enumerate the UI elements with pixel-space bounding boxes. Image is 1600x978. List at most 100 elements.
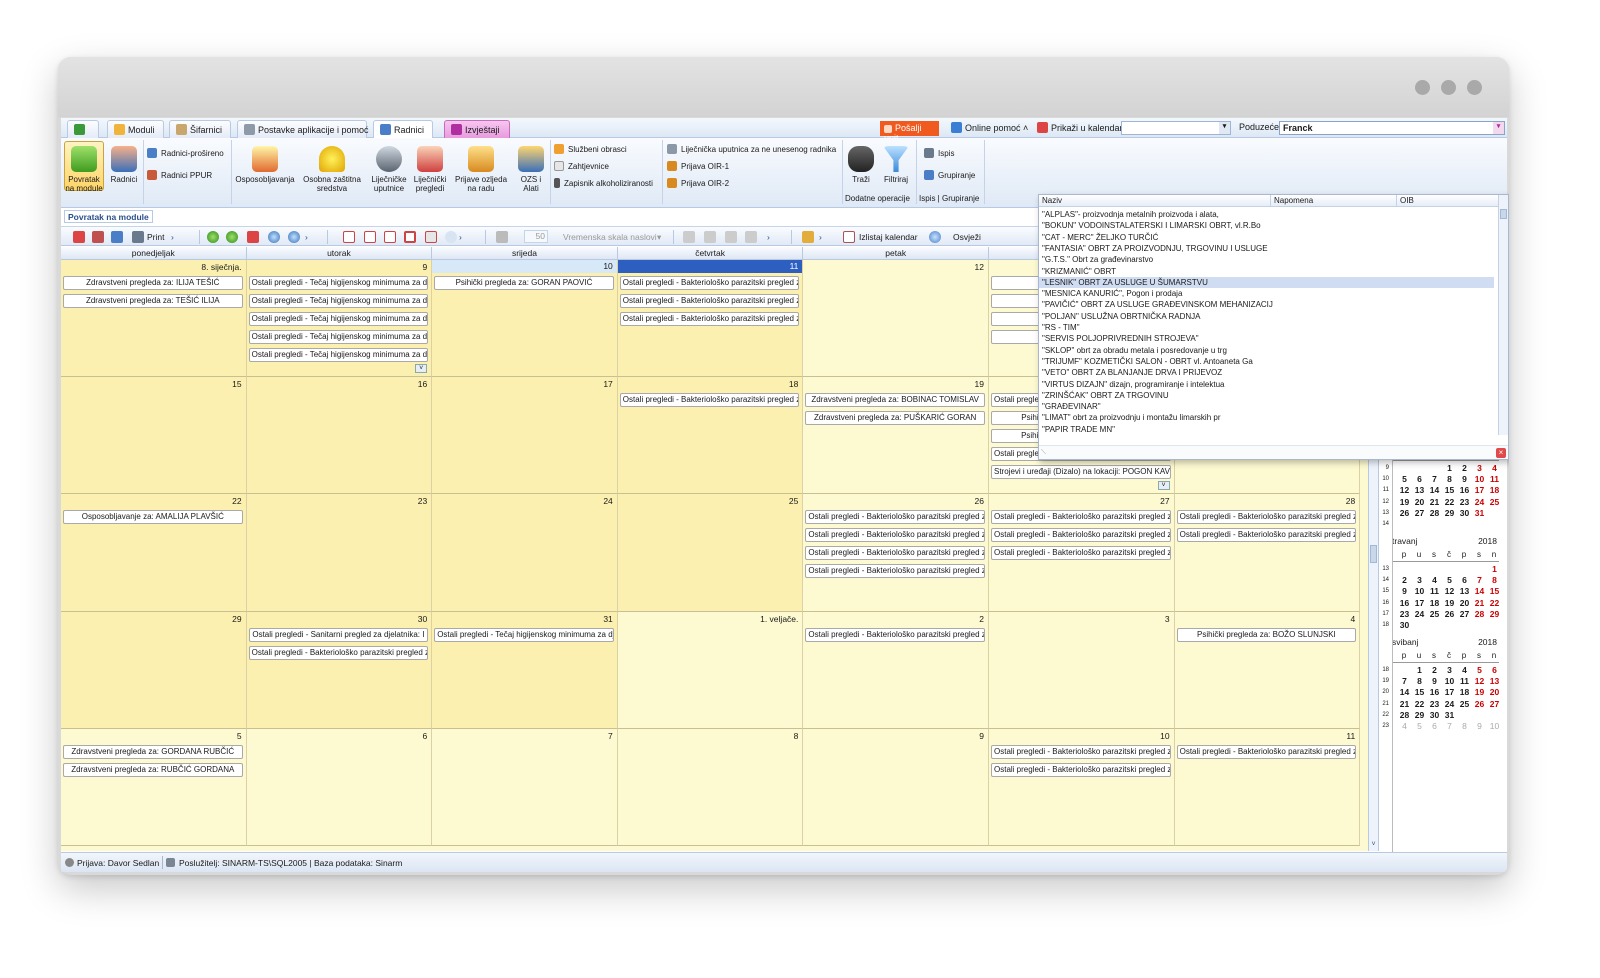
window-dot-2[interactable] bbox=[1441, 80, 1456, 95]
calendar-event[interactable]: Ostali pregledi - Bakteriološko parazits… bbox=[619, 312, 800, 326]
list-item[interactable]: "TRIJUMF" KOZMETIČKI SALON - OBRT vl. An… bbox=[1039, 356, 1494, 367]
layout-icon[interactable] bbox=[704, 231, 716, 243]
column-header-naziv[interactable]: Naziv bbox=[1039, 195, 1271, 207]
work-week-view-icon[interactable] bbox=[364, 231, 376, 243]
grupiranje-button[interactable]: Grupiranje bbox=[924, 170, 975, 180]
mini-day[interactable]: 29 bbox=[1414, 710, 1425, 720]
mini-day[interactable]: 16 bbox=[1399, 598, 1410, 608]
mini-day[interactable]: 12 bbox=[1444, 586, 1455, 596]
mini-day[interactable]: 26 bbox=[1474, 699, 1485, 709]
calendar-event[interactable]: Ostali pregledi - Bakteriološko parazits… bbox=[805, 510, 985, 525]
mini-day[interactable]: 17 bbox=[1474, 485, 1485, 495]
week-view-icon[interactable] bbox=[384, 231, 396, 243]
mini-day[interactable]: 30 bbox=[1459, 508, 1470, 518]
day-cell[interactable]: 18 Ostali pregledi - Bakteriološko parazi… bbox=[617, 377, 804, 495]
scroll-thumb[interactable] bbox=[1500, 209, 1507, 219]
mini-day[interactable]: 23 bbox=[1429, 699, 1440, 709]
calendar-event[interactable]: Ostali pregledi - Bakteriološko parazits… bbox=[805, 564, 985, 579]
radnici-prosireno-button[interactable]: Radnici-prošireno bbox=[147, 148, 224, 158]
izlistaj-kalendar-button[interactable]: Izlistaj kalendar bbox=[859, 232, 918, 242]
mini-day[interactable]: 3 bbox=[1474, 463, 1485, 473]
print-button[interactable]: Print bbox=[147, 232, 164, 242]
lijecnicke-uputnice-button[interactable]: Liječničke uputnice bbox=[369, 141, 409, 193]
mini-day[interactable]: 1 bbox=[1414, 665, 1425, 675]
chevron-down-icon[interactable]: ˅ bbox=[1369, 841, 1378, 850]
mini-day[interactable]: 9 bbox=[1429, 676, 1440, 686]
column-header-napomena[interactable]: Napomena bbox=[1271, 195, 1397, 207]
mini-day[interactable]: 20 bbox=[1414, 497, 1425, 507]
mini-day[interactable]: 7 bbox=[1399, 676, 1410, 686]
mini-day[interactable]: 26 bbox=[1399, 508, 1410, 518]
mini-day[interactable]: 14 bbox=[1399, 687, 1410, 697]
print-icon[interactable] bbox=[132, 231, 144, 243]
list-item[interactable]: "SKLOP" obrt za obradu metala i posredov… bbox=[1039, 345, 1494, 356]
month-view-icon[interactable] bbox=[404, 231, 416, 243]
window-dot-1[interactable] bbox=[1415, 80, 1430, 95]
calendar-event[interactable]: Ostali pregledi - Bakteriološko parazits… bbox=[991, 546, 1171, 561]
mini-day[interactable]: 27 bbox=[1489, 699, 1500, 709]
calendar-event[interactable]: Ostali pregledi - Tečaj higijenskog mini… bbox=[248, 348, 429, 362]
list-item[interactable]: "POLJAN" USLUŽNA OBRTNIČKA RADNJA bbox=[1039, 311, 1494, 322]
calendar-event[interactable]: Ostali pregledi - Tečaj higijenskog mini… bbox=[248, 294, 429, 308]
mini-day[interactable]: 24 bbox=[1444, 699, 1455, 709]
mini-day[interactable]: 1 bbox=[1444, 463, 1455, 473]
timeline-view-icon[interactable] bbox=[425, 231, 437, 243]
mini-day[interactable]: 2 bbox=[1459, 463, 1470, 473]
list-item[interactable]: "G.T.S." Obrt za građevinarstvo bbox=[1039, 254, 1494, 265]
tab-postavke[interactable]: Postavke aplikacije i pomoć bbox=[237, 120, 369, 138]
list-item[interactable]: "ZRINŠĆAK" OBRT ZA TRGOVINU bbox=[1039, 390, 1494, 401]
calendar-event[interactable]: Ostali pregledi - Bakteriološko parazits… bbox=[991, 528, 1171, 543]
calendar-event[interactable]: Ostali pregledi - Bakteriološko parazits… bbox=[991, 744, 1171, 759]
calendar-event[interactable]: Ostali pregledi - Bakteriološko parazits… bbox=[991, 510, 1171, 525]
ozs-alati-button[interactable]: OZS i Alati bbox=[515, 141, 547, 193]
day-cell[interactable]: 7 bbox=[432, 728, 618, 846]
osposobljavanja-button[interactable]: Osposobljavanja bbox=[234, 141, 296, 191]
filtriraj-button[interactable]: Filtriraj bbox=[879, 141, 913, 191]
mini-day[interactable]: 23 bbox=[1459, 497, 1470, 507]
povratak-button[interactable]: Povratak na module bbox=[64, 141, 104, 193]
osvjezi-button[interactable]: Osvježi bbox=[953, 232, 981, 242]
mini-day[interactable]: 6 bbox=[1459, 575, 1470, 585]
list-item[interactable]: "FANTASIA" OBRT ZA PROIZVODNJU, TRGOVINU… bbox=[1039, 243, 1494, 254]
mini-day[interactable]: 19 bbox=[1474, 687, 1485, 697]
calendar-event[interactable]: Zdravstveni pregleda za: RUBČIĆ GORDANA bbox=[63, 762, 243, 777]
refresh-view-icon[interactable] bbox=[445, 231, 457, 243]
osobna-zastitna-button[interactable]: Osobna zaštitna sredstva bbox=[299, 141, 365, 193]
zoom-input[interactable]: 50 bbox=[524, 230, 548, 243]
chevron-right-icon[interactable]: › bbox=[459, 232, 462, 242]
day-cell[interactable]: 10 Psihički pregleda za: GORAN PAOVIĆ bbox=[432, 260, 618, 378]
prijava-oir2-button[interactable]: Prijava OIR-2 bbox=[667, 178, 729, 188]
export-icon[interactable] bbox=[802, 231, 814, 243]
mini-day[interactable]: 8 bbox=[1414, 676, 1425, 686]
mini-day[interactable]: 2 bbox=[1399, 575, 1410, 585]
user-icon[interactable] bbox=[111, 231, 123, 243]
day-cell[interactable]: 30 Ostali pregledi - Sanitarni pregled za… bbox=[246, 611, 433, 729]
day-cell[interactable]: 31 Ostali pregledi - Tečaj higijenskog mi… bbox=[432, 611, 618, 729]
mini-day[interactable]: 17 bbox=[1444, 687, 1455, 697]
lijecnicki-pregledi-button[interactable]: Liječnički pregledi bbox=[412, 141, 448, 193]
mini-day[interactable]: 7 bbox=[1429, 474, 1440, 484]
mini-day[interactable]: 16 bbox=[1429, 687, 1440, 697]
list-item[interactable]: "BOKUN" VODOINSTALATERSKI I LIMARSKI OBR… bbox=[1039, 220, 1494, 231]
mini-day[interactable]: 30 bbox=[1429, 710, 1440, 720]
mini-day[interactable]: 29 bbox=[1444, 508, 1455, 518]
resize-grip-icon[interactable]: ⟍ bbox=[1041, 449, 1046, 457]
prijava-oir1-button[interactable]: Prijava OIR-1 bbox=[667, 161, 729, 171]
list-item[interactable]: "VIRTUS DIZAJN" dizajn, programiranje i … bbox=[1039, 379, 1494, 390]
day-cell[interactable]: 4 Psihički pregleda za: BOŽO SLUNJSKI bbox=[1174, 611, 1361, 729]
day-cell[interactable]: 9 bbox=[803, 728, 989, 846]
calendar-event[interactable]: Ostali pregledi - Tečaj higijenskog mini… bbox=[434, 627, 614, 642]
day-view-icon[interactable] bbox=[343, 231, 355, 243]
scroll-thumb[interactable] bbox=[1370, 545, 1377, 563]
calendar-event[interactable]: Ostali pregledi - Bakteriološko parazits… bbox=[805, 627, 985, 642]
list-item[interactable]: "CAT - MERC" ŽELJKO TURČIĆ bbox=[1039, 232, 1494, 243]
mini-day[interactable]: 18 bbox=[1459, 687, 1470, 697]
mini-day[interactable]: 31 bbox=[1474, 508, 1485, 518]
tab-moduli[interactable]: Moduli bbox=[107, 120, 164, 138]
mini-day[interactable]: 8 bbox=[1489, 575, 1500, 585]
layout-icon[interactable] bbox=[745, 231, 757, 243]
arrow-right-icon[interactable] bbox=[226, 231, 238, 243]
mini-day[interactable]: 25 bbox=[1429, 609, 1440, 619]
mini-day[interactable]: 22 bbox=[1444, 497, 1455, 507]
chevron-right-icon[interactable]: › bbox=[305, 232, 308, 242]
